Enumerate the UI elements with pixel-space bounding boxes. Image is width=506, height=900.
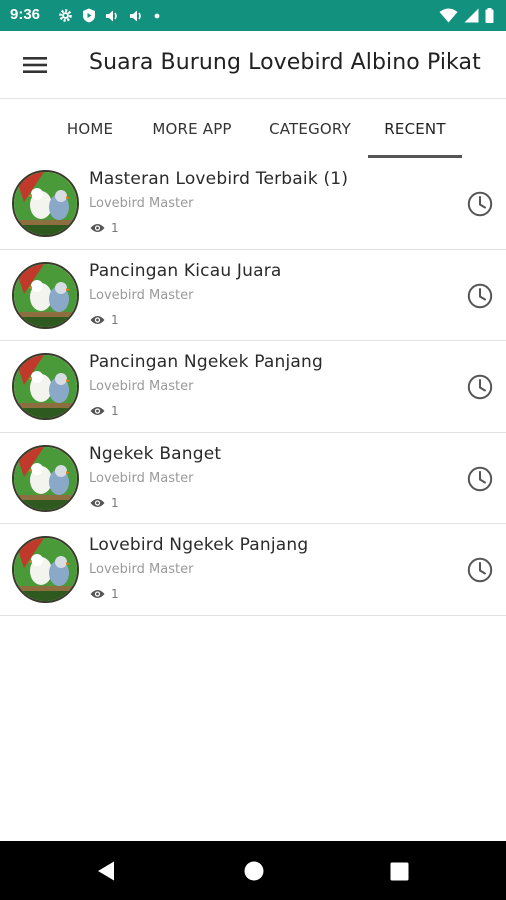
eye-icon <box>90 498 105 507</box>
status-left-icons <box>58 8 161 23</box>
eye-icon <box>90 590 105 598</box>
clock-icon[interactable] <box>467 374 493 400</box>
lovebird-thumbnail <box>12 170 79 237</box>
list-item[interactable]: Ngekek Banget Lovebird Master 1 <box>0 432 506 524</box>
clock-icon[interactable] <box>467 557 493 583</box>
tab-recent[interactable]: RECENT <box>368 100 462 158</box>
eye-icon <box>90 407 105 415</box>
list-item[interactable]: Pancingan Kicau Juara Lovebird Master 1 <box>0 249 506 341</box>
view-count: 1 <box>111 404 119 418</box>
view-count: 1 <box>111 312 119 327</box>
item-views: 1 <box>90 221 119 235</box>
view-count: 1 <box>111 587 119 601</box>
home-icon[interactable] <box>243 860 265 886</box>
item-title: Ngekek Banget <box>89 443 222 464</box>
status-bar: 9:36 <box>0 0 506 31</box>
eye-icon <box>90 224 105 232</box>
item-views: 1 <box>90 404 119 418</box>
tab-home[interactable]: HOME <box>46 100 134 158</box>
volume-icon <box>130 10 141 21</box>
tab-more-app[interactable]: MORE APP <box>140 100 244 158</box>
page-title: Suara Burung Lovebird Albino Pikat <box>89 50 481 75</box>
list-item[interactable]: Pancingan Ngekek Panjang Lovebird Master… <box>0 341 506 433</box>
list-item[interactable]: Lovebird Ngekek Panjang Lovebird Master … <box>0 524 506 616</box>
recent-list: Masteran Lovebird Terbaik (1) Lovebird M… <box>0 158 506 616</box>
item-subtitle: Lovebird Master <box>89 196 194 211</box>
item-subtitle: Lovebird Master <box>89 379 194 394</box>
status-right-icons <box>439 8 494 23</box>
battery-icon <box>485 8 494 23</box>
clock-icon[interactable] <box>467 191 493 217</box>
view-count: 1 <box>111 495 119 510</box>
list-item[interactable]: Masteran Lovebird Terbaik (1) Lovebird M… <box>0 158 506 250</box>
view-count: 1 <box>111 221 119 235</box>
app-bar: Suara Burung Lovebird Albino Pikat <box>0 31 506 99</box>
gear-icon <box>59 9 72 22</box>
lovebird-thumbnail <box>12 353 79 420</box>
item-title: Pancingan Kicau Juara <box>89 260 282 281</box>
clock-icon[interactable] <box>467 283 493 309</box>
item-subtitle: Lovebird Master <box>89 287 194 303</box>
lovebird-thumbnail <box>12 536 79 603</box>
item-title: Masteran Lovebird Terbaik (1) <box>89 169 349 189</box>
item-views: 1 <box>90 313 119 327</box>
tab-label: MORE APP <box>152 120 232 138</box>
lovebird-thumbnail <box>12 444 79 512</box>
tab-label: HOME <box>66 120 114 138</box>
item-subtitle: Lovebird Master <box>89 470 194 486</box>
item-views: 1 <box>90 587 119 601</box>
item-title: Pancingan Ngekek Panjang <box>89 352 324 372</box>
tab-category[interactable]: CATEGORY <box>256 100 364 158</box>
tab-bar: HOME MORE APP CATEGORY RECENT <box>0 100 506 158</box>
item-title: Lovebird Ngekek Panjang <box>89 535 309 555</box>
dot-icon <box>154 13 160 18</box>
volume-icon <box>106 10 117 21</box>
shield-icon <box>83 8 95 23</box>
clock-icon[interactable] <box>467 466 493 492</box>
system-nav-bar <box>0 841 506 900</box>
lovebird-thumbnail <box>12 261 79 329</box>
back-icon[interactable] <box>96 860 116 886</box>
hamburger-menu-icon[interactable] <box>18 49 52 81</box>
tab-label: RECENT <box>384 120 446 138</box>
signal-icon <box>464 8 479 23</box>
recents-icon[interactable] <box>390 862 409 885</box>
wifi-icon <box>439 8 458 23</box>
status-time: 9:36 <box>10 6 41 23</box>
item-views: 1 <box>90 496 119 510</box>
tab-label: CATEGORY <box>269 120 351 138</box>
eye-icon <box>90 315 105 324</box>
item-subtitle: Lovebird Master <box>89 562 194 577</box>
